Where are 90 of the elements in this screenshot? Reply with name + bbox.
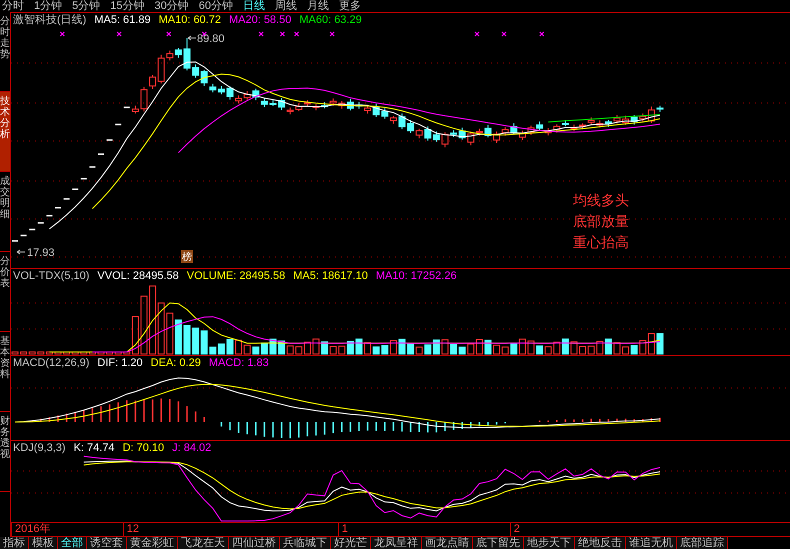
indicator-title: 激智科技(日线)	[13, 12, 86, 28]
volume-bar	[226, 339, 234, 354]
indicator-tab[interactable]: 兵临城下	[280, 537, 331, 549]
indicator-tab[interactable]: 四仙过桥	[229, 537, 280, 549]
legend-item: K: 74.74	[74, 440, 115, 456]
candle	[442, 132, 448, 148]
indicator-title: MACD(12,26,9)	[13, 356, 90, 371]
indicator-tab[interactable]: 绝地反击	[575, 537, 626, 549]
indicator-tab[interactable]: 模板	[29, 537, 58, 549]
indicator-tab[interactable]: 全部	[58, 537, 87, 549]
pointer-arrow	[16, 250, 26, 254]
side-tab[interactable]: 分价表	[0, 252, 10, 332]
side-tab[interactable]: 财务透视	[0, 412, 10, 492]
indicator-title: VOL-TDX(5,10)	[13, 268, 90, 284]
candle	[398, 113, 406, 130]
volume-bar	[442, 339, 448, 354]
candle	[270, 100, 276, 106]
volume-bar	[54, 351, 62, 354]
annotation-text: 均线多头	[573, 192, 629, 208]
period-tab[interactable]: 周线	[275, 0, 297, 12]
legend-item: D: 70.10	[122, 440, 164, 456]
date-label: 2016年	[11, 523, 50, 536]
indicator-tab[interactable]: 诱空套	[87, 537, 127, 549]
side-tab[interactable]: 技术分析	[0, 92, 10, 172]
volume-bar	[484, 340, 492, 354]
legend-item: VOLUME: 28495.58	[186, 268, 286, 284]
volume-bar	[312, 338, 320, 354]
volume-bar	[398, 338, 406, 354]
volume-bar	[570, 341, 578, 354]
candle	[528, 125, 534, 136]
side-tab[interactable]: 基本资料	[0, 332, 10, 412]
indicator-tab[interactable]: 底部追踪	[677, 537, 728, 549]
annotation-text: 底部放量	[573, 213, 629, 229]
candle	[570, 124, 578, 132]
candle	[356, 101, 362, 110]
period-tab[interactable]: 更多	[339, 0, 361, 12]
candle	[132, 105, 139, 114]
date-label: 12	[122, 523, 140, 536]
legend-item: MA20: 58.50	[228, 12, 292, 28]
indicator-tab[interactable]: 好光芒	[331, 537, 371, 549]
indicator-tab[interactable]: 画龙点睛	[422, 537, 473, 549]
period-tab[interactable]: 月线	[307, 0, 329, 12]
date-label: 1	[338, 523, 348, 536]
volume-bar	[184, 324, 190, 354]
legend-item: MA10: 17252.26	[376, 268, 457, 284]
legend-item: MA5: 61.89	[94, 12, 151, 28]
candle	[656, 105, 664, 112]
legend-item: DIF: 1.20	[97, 356, 143, 371]
legend-item: MA10: 60.72	[158, 12, 221, 28]
indicator-tab[interactable]: 飞龙在天	[178, 537, 229, 549]
period-tab[interactable]: 分时	[2, 0, 24, 12]
candle	[140, 86, 148, 112]
candle	[484, 124, 492, 138]
period-tab[interactable]: 30分钟	[154, 0, 189, 12]
candle	[312, 104, 320, 111]
period-tab[interactable]: 15分钟	[110, 0, 144, 12]
rank-badge: 榜	[181, 250, 193, 263]
candle	[614, 114, 620, 124]
indicator-title: KDJ(9,3,3)	[13, 440, 66, 456]
legend-item: MA5: 18617.10	[293, 268, 368, 284]
legend-item: J: 84.02	[172, 440, 212, 456]
indicator-tab[interactable]: 底下留先	[473, 537, 524, 549]
legend-item: DEA: 0.29	[150, 356, 201, 371]
volume-bar	[656, 333, 664, 354]
legend-item: VVOL: 28495.58	[97, 268, 179, 284]
period-tab[interactable]: 日线	[243, 0, 265, 12]
volume-bar	[356, 338, 362, 354]
pointer-arrow	[188, 36, 196, 41]
indicator-tab[interactable]: 指标	[0, 537, 29, 549]
volume-bar	[614, 342, 620, 354]
date-label: 2	[510, 523, 520, 536]
indicator-tab[interactable]: 地步天下	[524, 537, 575, 549]
side-tab[interactable]: 成交明细	[0, 172, 10, 252]
low-price-label: 17.93	[27, 247, 55, 259]
period-tab[interactable]: 1分钟	[34, 0, 62, 12]
annotation-text: 重心抬高	[573, 234, 629, 250]
volume-bar	[528, 340, 534, 354]
indicator-tab[interactable]: 谁追无机	[626, 537, 677, 549]
candle	[184, 38, 190, 71]
legend-item: MA60: 63.29	[299, 12, 362, 28]
period-tab[interactable]: 5分钟	[72, 0, 100, 12]
indicator-tab[interactable]: 龙凤呈祥	[371, 537, 422, 549]
volume-bar	[98, 351, 104, 354]
volume-bar	[12, 351, 18, 354]
high-price-label: 89.80	[197, 33, 225, 46]
volume-bar	[140, 296, 148, 354]
legend-item: MACD: 1.83	[208, 356, 269, 371]
indicator-tab[interactable]: 黄金彩虹	[127, 537, 178, 549]
period-tab[interactable]: 60分钟	[198, 0, 233, 12]
candle	[226, 86, 234, 100]
